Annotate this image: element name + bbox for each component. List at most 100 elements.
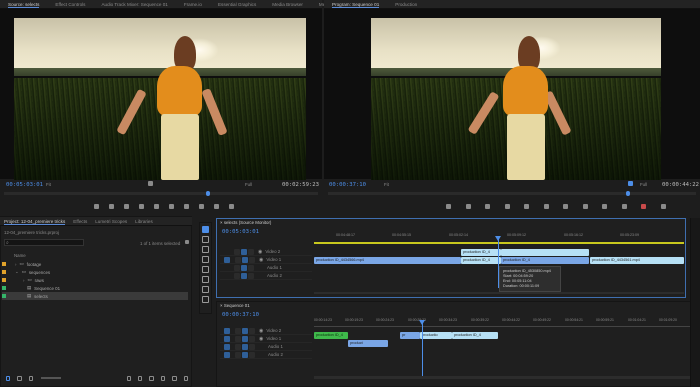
tab-project[interactable]: Project: 12-04_premiere tricks xyxy=(0,217,69,226)
tab-essential-graphics[interactable]: Essential Graphics xyxy=(210,0,264,9)
close-icon[interactable]: × xyxy=(220,220,223,225)
trash-icon[interactable] xyxy=(183,375,188,381)
zoom-slider[interactable] xyxy=(41,377,61,379)
clip[interactable] xyxy=(501,249,589,256)
eye-icon[interactable]: ◉ xyxy=(259,257,263,263)
clip[interactable]: pr xyxy=(400,332,420,339)
icon-view-icon[interactable] xyxy=(17,375,22,381)
source-full-select[interactable]: Full xyxy=(245,182,252,187)
go-to-out-icon[interactable] xyxy=(563,204,569,209)
eye-icon[interactable]: ◉ xyxy=(258,249,262,255)
sequence-playhead[interactable] xyxy=(422,320,423,376)
sequence-scrollbar[interactable] xyxy=(314,376,694,379)
new-bin-icon[interactable] xyxy=(160,375,166,381)
ripple-edit-tool-icon[interactable] xyxy=(202,246,209,253)
list-item[interactable]: › ▭ footage xyxy=(2,260,188,268)
automate-icon[interactable] xyxy=(137,375,143,381)
clip[interactable]: production ID_4434561.mp4 xyxy=(590,257,684,264)
source-export-icon[interactable] xyxy=(148,181,153,188)
source-timeline-tab[interactable]: × selects (Source Monitor) xyxy=(220,220,271,225)
source-fit-select[interactable]: Fit xyxy=(46,182,51,187)
tab-effects[interactable]: Effects xyxy=(69,217,91,226)
type-tool-icon[interactable] xyxy=(202,296,209,303)
clip[interactable]: production ID_4 xyxy=(461,257,501,264)
pen-tool-icon[interactable] xyxy=(202,276,209,283)
step-forward-icon[interactable] xyxy=(543,204,549,209)
sort-icon[interactable] xyxy=(126,375,131,381)
tab-program[interactable]: Program: Sequence 01 xyxy=(324,0,387,9)
go-to-out-icon[interactable] xyxy=(184,204,189,209)
project-search-input[interactable]: ⌕ xyxy=(4,239,84,246)
extract-icon[interactable] xyxy=(602,204,608,209)
comparison-icon[interactable] xyxy=(641,204,647,209)
tab-frameio[interactable]: Frame.io xyxy=(176,0,210,9)
track-select-tool-icon[interactable] xyxy=(202,236,209,243)
source-playhead[interactable] xyxy=(206,191,210,196)
step-back-icon[interactable] xyxy=(504,204,510,209)
clip[interactable]: production ID_4434566.mp4 xyxy=(314,257,461,264)
new-bin-icon[interactable] xyxy=(185,240,189,246)
add-button-icon[interactable] xyxy=(660,204,666,209)
program-playhead[interactable] xyxy=(626,191,630,196)
name-column-header[interactable]: Name xyxy=(14,253,26,258)
play-icon[interactable] xyxy=(154,204,159,209)
play-icon[interactable] xyxy=(524,204,530,209)
lift-icon[interactable] xyxy=(582,204,588,209)
list-item-selected[interactable]: ▤ selects xyxy=(2,292,188,300)
eye-icon[interactable]: ◉ xyxy=(259,328,263,334)
clip[interactable]: production ID_4 xyxy=(461,249,501,256)
export-frame-icon[interactable] xyxy=(229,204,234,209)
step-back-icon[interactable] xyxy=(139,204,144,209)
program-fit-select[interactable]: Fit xyxy=(384,182,389,187)
mark-out-icon[interactable] xyxy=(109,204,114,209)
go-to-in-icon[interactable] xyxy=(485,204,491,209)
list-item[interactable]: ▤ Sequence 01 xyxy=(2,284,188,292)
sequence-timeline-tab[interactable]: × Sequence 01 xyxy=(220,303,250,308)
tab-production[interactable]: Production xyxy=(387,0,425,9)
tab-lumetri-scopes[interactable]: Lumetri Scopes xyxy=(91,217,131,226)
mark-in-icon[interactable] xyxy=(94,204,99,209)
program-settings-icon[interactable] xyxy=(628,181,633,188)
overwrite-icon[interactable] xyxy=(214,204,219,209)
clip[interactable]: production ID_4 xyxy=(452,332,498,339)
program-timecode[interactable]: 00:00:37:10 xyxy=(329,182,366,188)
source-timeline-timecode[interactable]: 00:05:03:01 xyxy=(222,229,259,235)
close-icon[interactable]: × xyxy=(220,303,223,308)
freeform-view-icon[interactable] xyxy=(28,375,34,381)
slip-tool-icon[interactable] xyxy=(202,266,209,273)
program-scrub-bar[interactable] xyxy=(328,191,696,196)
eye-icon[interactable]: ◉ xyxy=(259,336,263,342)
ruler-label: 00:00:14:23 xyxy=(314,318,332,322)
list-view-icon[interactable] xyxy=(6,375,11,381)
razor-tool-icon[interactable] xyxy=(202,256,209,263)
mark-in-icon[interactable] xyxy=(446,204,451,209)
list-item[interactable]: ⌄ ▭ sequences xyxy=(2,268,188,276)
source-work-area-bar[interactable] xyxy=(314,242,684,244)
mark-out-icon[interactable] xyxy=(465,204,471,209)
clip[interactable]: production ID_4 xyxy=(501,257,589,264)
go-to-in-icon[interactable] xyxy=(124,204,129,209)
tab-source[interactable]: Source: selects xyxy=(0,0,47,9)
clip[interactable]: productio xyxy=(420,332,452,339)
clip[interactable]: production ID_4 xyxy=(314,332,348,339)
sequence-ruler[interactable]: 00:00:14:23 00:00:19:23 00:00:24:23 00:0… xyxy=(314,316,694,325)
new-item-icon[interactable] xyxy=(172,375,177,381)
tab-libraries[interactable]: Libraries xyxy=(131,217,157,226)
source-timecode[interactable]: 00:05:03:01 xyxy=(6,182,43,188)
step-forward-icon[interactable] xyxy=(169,204,174,209)
program-transport-controls xyxy=(446,204,666,210)
tab-media-browser[interactable]: Media Browser xyxy=(264,0,311,9)
source-scrub-bar[interactable] xyxy=(4,191,318,196)
insert-icon[interactable] xyxy=(199,204,204,209)
list-item[interactable]: › ▭ raws xyxy=(2,276,188,284)
source-timeline-scrollbar[interactable] xyxy=(314,292,684,294)
find-icon[interactable] xyxy=(149,375,154,381)
tab-audio-mixer[interactable]: Audio Track Mixer: Sequence 01 xyxy=(93,0,175,9)
export-frame-icon[interactable] xyxy=(621,204,627,209)
program-full-select[interactable]: Full xyxy=(640,182,647,187)
hand-tool-icon[interactable] xyxy=(202,286,209,293)
tab-effect-controls[interactable]: Effect Controls xyxy=(47,0,93,9)
selection-tool-icon[interactable] xyxy=(202,226,209,233)
clip[interactable]: product xyxy=(348,340,388,347)
sequence-timecode[interactable]: 00:00:37:10 xyxy=(222,312,259,318)
